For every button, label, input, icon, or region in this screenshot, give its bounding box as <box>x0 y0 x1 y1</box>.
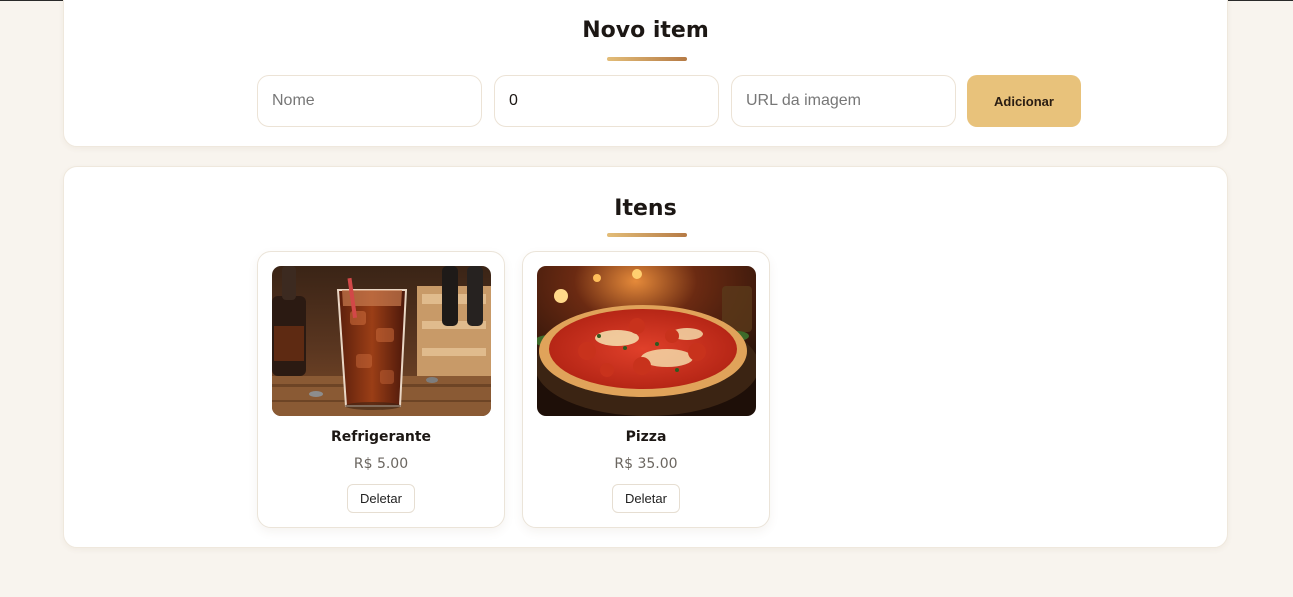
delete-button[interactable]: Deletar <box>612 484 680 513</box>
pizza-photo <box>537 266 756 416</box>
delete-button[interactable]: Deletar <box>347 484 415 513</box>
add-button[interactable]: Adicionar <box>967 75 1081 127</box>
item-card-refrigerante: Refrigerante R$ 5.00 Deletar <box>257 251 505 528</box>
item-name: Pizza <box>625 429 667 445</box>
new-item-card: Novo item Adicionar <box>63 0 1228 147</box>
item-card-pizza: Pizza R$ 35.00 Deletar <box>522 251 770 528</box>
item-price: R$ 5.00 <box>353 456 409 472</box>
items-title: Itens <box>614 196 677 221</box>
image-url-input[interactable] <box>731 75 956 127</box>
item-name: Refrigerante <box>330 429 432 445</box>
title-underline <box>607 233 687 237</box>
price-input[interactable] <box>494 75 719 127</box>
items-card: Itens Refrigerante R$ 5.00 Deletar Pizza… <box>63 166 1228 548</box>
title-underline <box>607 57 687 61</box>
soda-glass-photo <box>272 266 491 416</box>
name-input[interactable] <box>257 75 482 127</box>
new-item-title: Novo item <box>582 18 709 43</box>
item-price: R$ 35.00 <box>614 456 678 472</box>
